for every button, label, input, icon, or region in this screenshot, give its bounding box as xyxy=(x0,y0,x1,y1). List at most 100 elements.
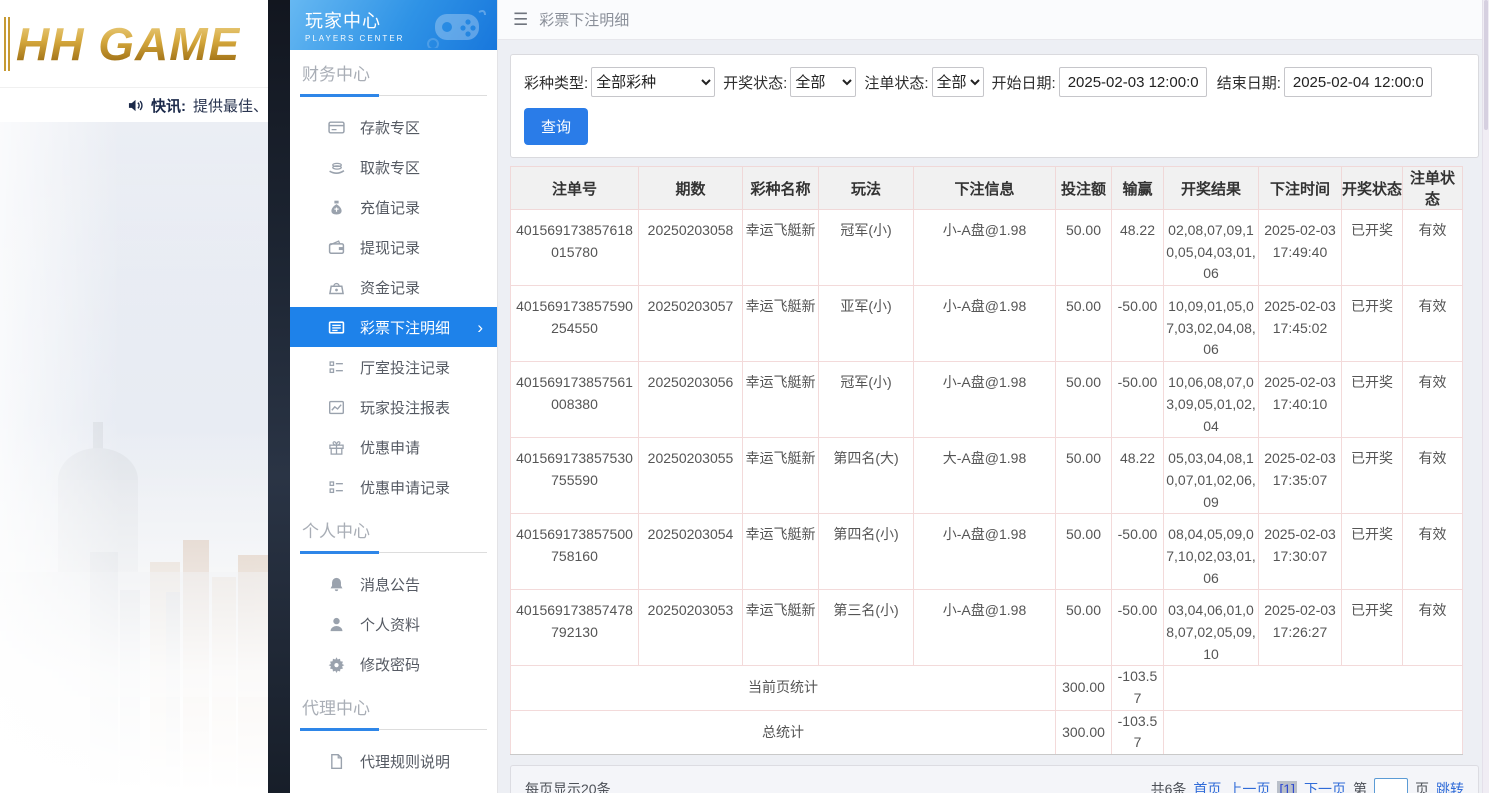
table-cell: 第四名(小) xyxy=(818,513,914,591)
doc-icon xyxy=(328,753,345,770)
sidebar-item-recharge-record[interactable]: 充值记录 xyxy=(290,187,497,227)
section-divider xyxy=(300,94,487,97)
first-page-link[interactable]: 首页 xyxy=(1193,779,1221,793)
wallet-icon xyxy=(328,239,345,256)
jump-button[interactable]: 跳转 xyxy=(1436,779,1464,793)
sidebar-section-title: 财务中心 xyxy=(302,65,370,84)
deposit-card-icon xyxy=(328,119,345,136)
table-cell: -50.00 xyxy=(1111,589,1164,667)
scrollbar[interactable] xyxy=(1482,0,1489,793)
pager: 共6条 首页 上一页 [1] 下一页 第 页 跳转 xyxy=(1151,778,1464,793)
sidebar-item-label: 个人资料 xyxy=(360,616,421,634)
sidebar-item-withdraw[interactable]: 取款专区 xyxy=(290,147,497,187)
sidebar-item-label: 存款专区 xyxy=(360,119,421,137)
promo-record-icon xyxy=(328,479,345,496)
sidebar-section: 财务中心 xyxy=(290,50,497,107)
table-cell: 401569173857478792130 xyxy=(510,589,639,667)
page-title: 彩票下注明细 xyxy=(539,12,630,29)
table-cell: 20250203056 xyxy=(638,361,743,439)
sidebar-nav: 财务中心存款专区取款专区充值记录提现记录 资金记录 彩票下注明细 › 厅室投注记录玩家投… xyxy=(290,50,497,793)
sidebar-item-label: 充值记录 xyxy=(360,199,421,217)
current-page-indicator: [1] xyxy=(1277,781,1297,793)
table-cell: 02,08,07,09,10,05,04,03,01,06 xyxy=(1163,208,1259,287)
table-cell: 小-A盘@1.98 xyxy=(913,208,1056,287)
summary-label: 总统计 xyxy=(510,709,1056,756)
table-cell: 401569173857500758160 xyxy=(510,513,639,591)
table-cell: 20250203053 xyxy=(638,589,743,667)
speaker-icon xyxy=(128,99,143,111)
scrollbar-thumb[interactable] xyxy=(1484,0,1488,130)
sidebar-item-messages[interactable]: 消息公告 xyxy=(290,564,497,604)
table-cell: 401569173857590254550 xyxy=(510,285,639,363)
sidebar-item-deposit[interactable]: 存款专区 xyxy=(290,107,497,147)
table-cell: 10,06,08,07,03,09,05,01,02,04 xyxy=(1163,361,1259,439)
table-cell: 2025-02-03 17:49:40 xyxy=(1258,208,1342,287)
sidebar-item-hall-bet-record[interactable]: 厅室投注记录 xyxy=(290,347,497,387)
order-status-select[interactable]: 全部 xyxy=(931,67,984,97)
table-row: 401569173857530755590 20250203055 幸运飞艇新 第四名… xyxy=(510,437,1463,515)
table-cell: 已开奖 xyxy=(1341,437,1403,515)
purse-icon xyxy=(328,279,345,296)
column-header: 开奖状态 xyxy=(1341,166,1403,210)
sidebar-item-promo-apply[interactable]: 优惠申请 xyxy=(290,427,497,467)
table-cell: 有效 xyxy=(1402,361,1463,439)
sidebar-item-label: 优惠申请 xyxy=(360,439,421,457)
table-cell: 已开奖 xyxy=(1341,285,1403,363)
table-cell: 08,04,05,09,07,10,02,03,01,06 xyxy=(1163,513,1259,591)
table-cell: 冠军(小) xyxy=(818,361,914,439)
topbar: ☰ 彩票下注明细 xyxy=(498,0,1489,40)
table-cell: -50.00 xyxy=(1111,285,1164,363)
summary-empty xyxy=(1163,665,1463,711)
sidebar-item-bet-detail[interactable]: 彩票下注明细 › xyxy=(290,307,497,347)
table-cell: 小-A盘@1.98 xyxy=(913,361,1056,439)
table-cell: 2025-02-03 17:26:27 xyxy=(1258,589,1342,667)
sidebar-item-withdraw-record[interactable]: 提现记录 xyxy=(290,227,497,267)
lottery-type-select[interactable]: 全部彩种 xyxy=(591,67,716,97)
sidebar-item-change-password[interactable]: 修改密码 xyxy=(290,644,497,684)
summary-bet-total: 300.00 xyxy=(1055,709,1112,756)
table-cell: 第四名(大) xyxy=(818,437,914,515)
sidebar-item-agent-team-stats[interactable]: 代理团队统计 xyxy=(290,781,497,793)
sidebar-item-funds-record[interactable]: 资金记录 xyxy=(290,267,497,307)
sidebar-item-profile[interactable]: 个人资料 xyxy=(290,604,497,644)
table-cell: 有效 xyxy=(1402,285,1463,363)
next-page-link[interactable]: 下一页 xyxy=(1304,779,1346,793)
sidebar-item-agent-rules[interactable]: 代理规则说明 xyxy=(290,741,497,781)
section-divider xyxy=(300,728,487,731)
table-cell: 小-A盘@1.98 xyxy=(913,589,1056,667)
column-header: 下注时间 xyxy=(1258,166,1342,210)
page-size-text: 每页显示20条 xyxy=(525,781,611,793)
sidebar-item-promo-apply-record[interactable]: 优惠申请记录 xyxy=(290,467,497,507)
table-cell: 2025-02-03 17:35:07 xyxy=(1258,437,1342,515)
site-logo[interactable]: HH GAME xyxy=(4,16,240,71)
prev-page-link[interactable]: 上一页 xyxy=(1228,779,1270,793)
column-header: 期数 xyxy=(638,166,743,210)
sidebar: 玩家中心 PLAYERS CENTER 财务中心 存款专区 取款专区 充值记录 提现记录… xyxy=(290,0,498,793)
page-jump-input[interactable] xyxy=(1374,778,1408,793)
search-button[interactable]: 查询 xyxy=(524,108,589,145)
news-ticker: 快讯: 提供最佳、 xyxy=(0,88,268,122)
sidebar-section-title: 个人中心 xyxy=(302,522,370,541)
report-chart-icon xyxy=(328,399,345,416)
sidebar-item-player-bet-report[interactable]: 玩家投注报表 xyxy=(290,387,497,427)
menu-toggle-icon[interactable]: ☰ xyxy=(513,10,528,30)
draw-status-select[interactable]: 全部 xyxy=(790,67,857,97)
sidebar-item-label: 优惠申请记录 xyxy=(360,479,451,497)
table-cell: 第三名(小) xyxy=(818,589,914,667)
sidebar-section: 个人中心 xyxy=(290,507,497,564)
column-header: 注单号 xyxy=(510,166,639,210)
sidebar-item-label: 厅室投注记录 xyxy=(360,359,451,377)
end-date-label: 结束日期: xyxy=(1216,74,1281,92)
sidebar-item-label: 彩票下注明细 xyxy=(360,319,451,337)
bell-icon xyxy=(328,576,345,593)
table-cell: 已开奖 xyxy=(1341,361,1403,439)
table-cell: 亚军(小) xyxy=(818,285,914,363)
table-cell: 大-A盘@1.98 xyxy=(913,437,1056,515)
summary-bet-total: 300.00 xyxy=(1055,665,1112,711)
filter-panel: 彩种类型: 全部彩种 开奖状态: 全部 注单状态: 全部 开始日期: 结束日期:… xyxy=(510,54,1479,158)
end-date-input[interactable] xyxy=(1283,67,1432,97)
summary-label: 当前页统计 xyxy=(510,665,1056,711)
start-date-input[interactable] xyxy=(1058,67,1207,97)
table-cell: 已开奖 xyxy=(1341,513,1403,591)
table-cell: 幸运飞艇新 xyxy=(742,208,819,287)
